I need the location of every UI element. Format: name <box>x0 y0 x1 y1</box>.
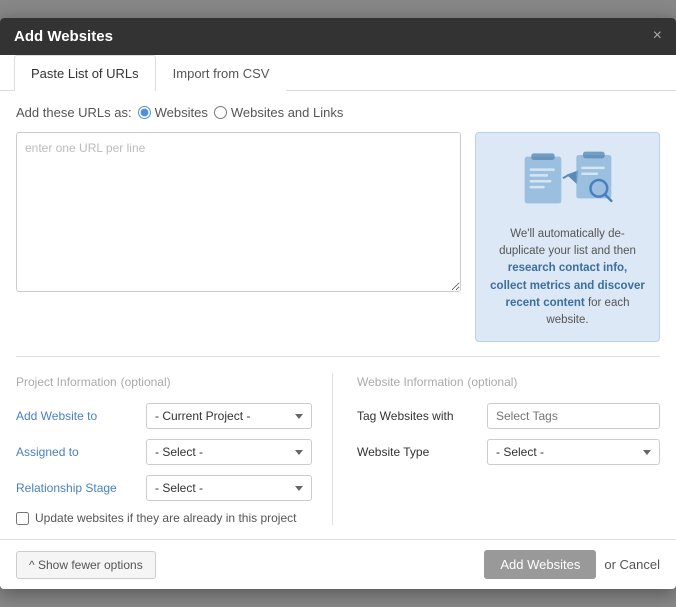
info-box: We'll automatically de-duplicate your li… <box>475 132 660 343</box>
assigned-to-row: Assigned to - Select - <box>16 439 312 465</box>
show-fewer-button[interactable]: ^ Show fewer options <box>16 551 156 579</box>
add-website-to-select[interactable]: - Current Project - <box>146 403 312 429</box>
close-button[interactable]: × <box>653 28 662 44</box>
modal-title: Add Websites <box>14 28 113 45</box>
assigned-to-select[interactable]: - Select - <box>146 439 312 465</box>
modal-header: Add Websites × <box>0 18 676 55</box>
tab-bar: Paste List of URLs Import from CSV <box>0 55 676 91</box>
content-row: We'll automatically de-duplicate your li… <box>16 132 660 343</box>
footer-right: Add Websites or Cancel <box>484 550 660 579</box>
relationship-stage-label: Relationship Stage <box>16 481 146 495</box>
modal-footer: ^ Show fewer options Add Websites or Can… <box>0 539 676 589</box>
url-type-label: Add these URLs as: <box>16 105 132 120</box>
lower-section: Project Information (optional) Add Websi… <box>16 356 660 525</box>
update-websites-checkbox[interactable] <box>16 512 29 525</box>
info-box-text: We'll automatically de-duplicate your li… <box>488 226 647 330</box>
cancel-link[interactable]: or Cancel <box>604 557 660 572</box>
website-info-section: Website Information (optional) Tag Websi… <box>333 373 660 525</box>
tab-import-csv[interactable]: Import from CSV <box>156 55 287 91</box>
assigned-to-label: Assigned to <box>16 445 146 459</box>
url-type-row: Add these URLs as: Websites Websites and… <box>16 105 660 120</box>
project-info-section: Project Information (optional) Add Websi… <box>16 373 333 525</box>
add-website-to-row: Add Website to - Current Project - <box>16 403 312 429</box>
url-type-websites-links-radio[interactable] <box>214 106 227 119</box>
relationship-stage-select[interactable]: - Select - <box>146 475 312 501</box>
url-type-websites-links-label[interactable]: Websites and Links <box>214 105 344 120</box>
tag-websites-input[interactable] <box>487 403 660 429</box>
add-websites-button[interactable]: Add Websites <box>484 550 596 579</box>
relationship-stage-row: Relationship Stage - Select - <box>16 475 312 501</box>
textarea-box <box>16 132 461 343</box>
url-textarea[interactable] <box>16 132 461 292</box>
info-illustration-svg <box>518 145 618 215</box>
add-websites-modal: Add Websites × Paste List of URLs Import… <box>0 18 676 590</box>
website-section-title: Website Information (optional) <box>357 373 660 389</box>
update-websites-row: Update websites if they are already in t… <box>16 511 312 525</box>
project-section-title: Project Information (optional) <box>16 373 312 389</box>
tag-websites-row: Tag Websites with <box>357 403 660 429</box>
url-type-websites-radio[interactable] <box>138 106 151 119</box>
website-type-select[interactable]: - Select - <box>487 439 660 465</box>
url-type-websites-label[interactable]: Websites <box>138 105 208 120</box>
website-type-label: Website Type <box>357 445 487 459</box>
modal-body: Add these URLs as: Websites Websites and… <box>0 91 676 540</box>
tag-websites-label: Tag Websites with <box>357 409 487 423</box>
tab-paste-list[interactable]: Paste List of URLs <box>14 55 156 91</box>
update-websites-label: Update websites if they are already in t… <box>35 511 296 525</box>
add-website-to-label: Add Website to <box>16 409 146 423</box>
illustration <box>488 145 647 218</box>
website-type-row: Website Type - Select - <box>357 439 660 465</box>
